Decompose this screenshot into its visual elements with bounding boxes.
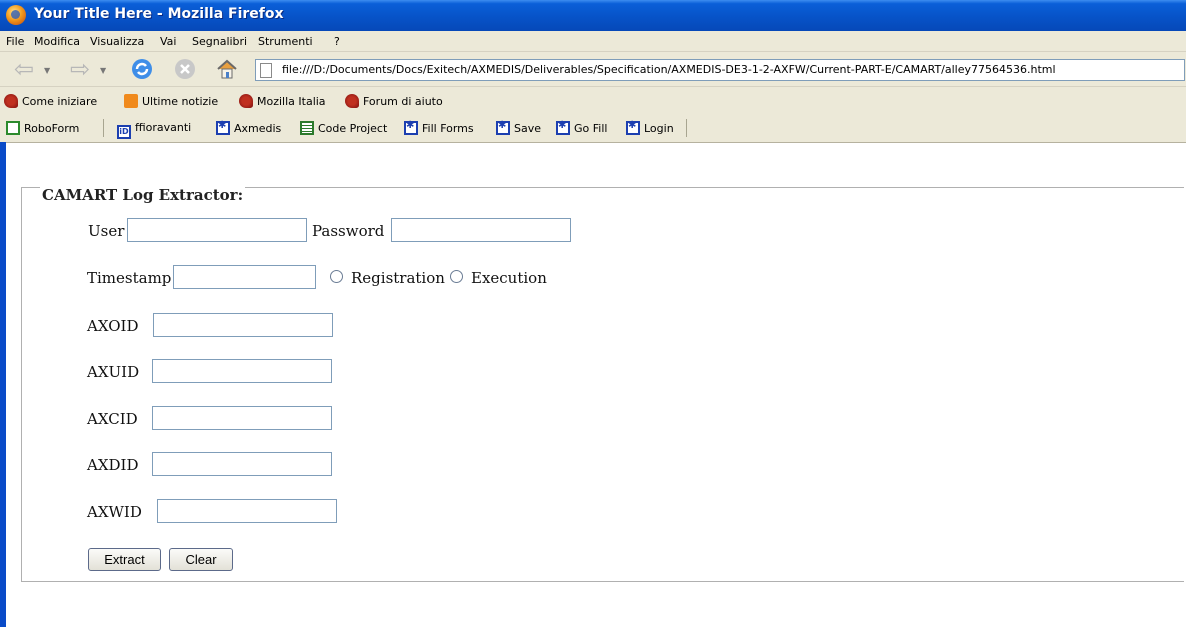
stop-icon[interactable] <box>173 57 197 81</box>
menu-visualizza[interactable]: Visualizza <box>90 35 144 48</box>
passcard-code-project[interactable]: Code Project <box>300 121 387 135</box>
roboform-label: RoboForm <box>24 122 80 135</box>
rss-icon <box>124 94 138 108</box>
window-title: Your Title Here - Mozilla Firefox <box>34 6 284 22</box>
execution-label: Execution <box>471 269 547 287</box>
execution-radio[interactable] <box>450 270 463 283</box>
menu-segnalibri[interactable]: Segnalibri <box>192 35 247 48</box>
axwid-label: AXWID <box>87 503 142 521</box>
fieldset-legend: CAMART Log Extractor: <box>40 186 246 204</box>
bookmarks-toolbar: Come iniziare Ultime notizie Mozilla Ita… <box>0 87 1186 115</box>
roboform-icon <box>6 121 20 135</box>
menu-vai[interactable]: Vai <box>160 35 176 48</box>
firefox-icon <box>6 5 26 25</box>
roboform-button[interactable]: RoboForm <box>6 121 79 135</box>
login-button[interactable]: Login <box>626 120 674 135</box>
bookmark-label: Forum di aiuto <box>363 95 443 108</box>
user-input[interactable] <box>127 218 307 242</box>
bookmark-come-iniziare[interactable]: Come iniziare <box>4 94 97 108</box>
button-label: Login <box>644 122 674 135</box>
axoid-input[interactable] <box>153 313 333 337</box>
user-label: User <box>88 222 125 240</box>
button-label: Fill Forms <box>422 122 474 135</box>
button-label: Save <box>514 122 542 135</box>
mozilla-icon <box>239 94 253 108</box>
bookmark-mozilla-italia[interactable]: Mozilla Italia <box>239 94 326 108</box>
navigation-toolbar: ⇦ ▼ ⇨ ▼ file:///D:/Documents/Docs/Exitec… <box>0 52 1186 87</box>
fill-forms-button[interactable]: Fill Forms <box>404 120 474 135</box>
toolbar-separator <box>103 119 104 137</box>
passcard-icon <box>216 120 230 135</box>
passcard-axmedis[interactable]: Axmedis <box>216 120 282 135</box>
notes-icon <box>300 121 314 135</box>
registration-label: Registration <box>351 269 445 287</box>
axoid-label: AXOID <box>87 317 139 335</box>
registration-radio[interactable] <box>330 270 343 283</box>
identity-label: ffioravanti <box>135 121 192 134</box>
axdid-label: AXDID <box>87 456 139 474</box>
toolbar-separator <box>686 119 687 137</box>
clear-button[interactable]: Clear <box>169 548 233 571</box>
title-bar: Your Title Here - Mozilla Firefox <box>0 0 1186 31</box>
menu-bar: File Modifica Visualizza Vai Segnalibri … <box>0 31 1186 52</box>
axuid-input[interactable] <box>152 359 332 383</box>
go-fill-icon <box>556 120 570 135</box>
address-url: file:///D:/Documents/Docs/Exitech/AXMEDI… <box>282 63 1056 76</box>
forward-dropdown-icon[interactable]: ▼ <box>100 66 106 75</box>
bookmark-label: Mozilla Italia <box>257 95 326 108</box>
page-icon <box>260 63 272 78</box>
button-label: Go Fill <box>574 122 608 135</box>
back-dropdown-icon[interactable]: ▼ <box>44 66 50 75</box>
timestamp-label: Timestamp <box>87 269 172 287</box>
window-border <box>0 142 6 627</box>
passcard-label: Axmedis <box>234 122 282 135</box>
fill-forms-icon <box>404 120 418 135</box>
back-arrow-icon[interactable]: ⇦ <box>14 57 38 81</box>
save-icon <box>496 120 510 135</box>
axcid-label: AXCID <box>87 410 138 428</box>
mozilla-icon <box>345 94 359 108</box>
identity-ffioravanti[interactable]: iD ffioravanti <box>117 121 191 139</box>
axdid-input[interactable] <box>152 452 332 476</box>
roboform-toolbar: RoboForm iD ffioravanti Axmedis Code Proj… <box>0 114 1186 143</box>
bookmark-label: Come iniziare <box>22 95 98 108</box>
address-bar[interactable]: file:///D:/Documents/Docs/Exitech/AXMEDI… <box>255 59 1185 81</box>
menu-strumenti[interactable]: Strumenti <box>258 35 313 48</box>
timestamp-input[interactable] <box>173 265 316 289</box>
home-icon[interactable] <box>215 57 239 81</box>
login-icon <box>626 120 640 135</box>
reload-icon[interactable] <box>130 57 154 81</box>
bookmark-label: Ultime notizie <box>142 95 219 108</box>
extract-button[interactable]: Extract <box>88 548 161 571</box>
go-fill-button[interactable]: Go Fill <box>556 120 608 135</box>
bookmark-forum-di-aiuto[interactable]: Forum di aiuto <box>345 94 443 108</box>
id-icon: iD <box>117 125 131 139</box>
password-label: Password <box>312 222 385 240</box>
bookmark-ultime-notizie[interactable]: Ultime notizie <box>124 94 218 108</box>
save-button[interactable]: Save <box>496 120 542 135</box>
passcard-label: Code Project <box>318 122 388 135</box>
forward-arrow-icon[interactable]: ⇨ <box>70 57 94 81</box>
menu-modifica[interactable]: Modifica <box>34 35 80 48</box>
password-input[interactable] <box>391 218 571 242</box>
mozilla-icon <box>4 94 18 108</box>
axcid-input[interactable] <box>152 406 332 430</box>
axwid-input[interactable] <box>157 499 337 523</box>
menu-file[interactable]: File <box>6 35 24 48</box>
menu-help[interactable]: ? <box>334 35 340 48</box>
axuid-label: AXUID <box>87 363 140 381</box>
